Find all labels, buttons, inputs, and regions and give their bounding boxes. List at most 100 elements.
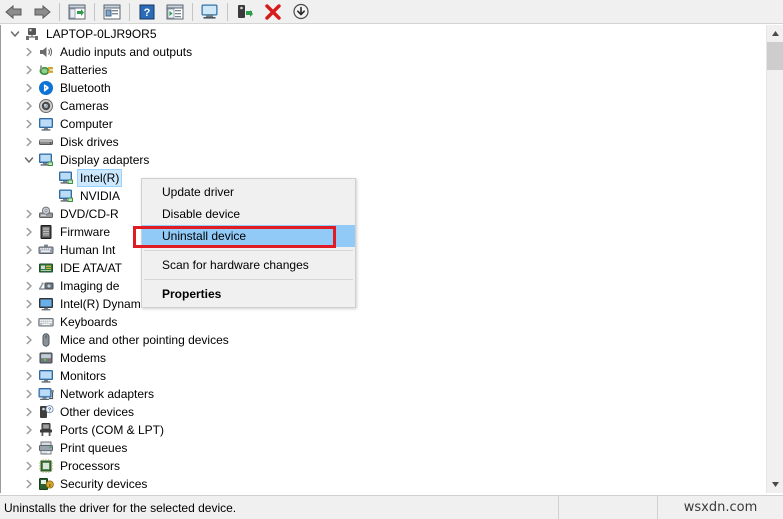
chevron-right-icon[interactable] [21,133,37,151]
tree-item[interactable]: Mice and other pointing devices [1,331,759,349]
menu-item[interactable]: Scan for hardware changes [142,254,355,276]
chevron-right-icon[interactable] [21,331,37,349]
forward-icon[interactable] [29,1,55,23]
tree-item[interactable]: Monitors [1,367,759,385]
chevron-right-icon[interactable] [21,223,37,241]
chevron-right-icon[interactable] [21,115,37,133]
chevron-right-icon[interactable] [21,403,37,421]
tree-item[interactable]: Processors [1,457,759,475]
tree-item[interactable]: Disk drives [1,133,759,151]
tree-item-label: Security devices [60,477,148,491]
tree-item[interactable]: Ports (COM & LPT) [1,421,759,439]
tree-item[interactable]: Intel(R) Dynamic Platform and Thermal Fr… [1,295,759,313]
tree-item-label: Other devices [60,405,135,419]
chevron-right-icon[interactable] [21,79,37,97]
scrollbar-thumb[interactable] [767,42,783,70]
tree-item[interactable]: Network adapters [1,385,759,403]
processor-icon [37,458,54,474]
tree-item[interactable]: Computer [1,115,759,133]
tree-item[interactable]: Human Int [1,241,759,259]
tree-item[interactable]: Cameras [1,97,759,115]
menu-separator [144,250,353,251]
vertical-scrollbar[interactable] [766,25,783,493]
tree-item-label: Human Int [60,243,116,257]
tree-item[interactable]: Batteries [1,61,759,79]
chevron-right-icon[interactable] [21,241,37,259]
tree-item[interactable]: DVD/CD-R [1,205,759,223]
menu-item[interactable]: Update driver [142,181,355,203]
tree-item-label: Modems [60,351,107,365]
tree-item[interactable]: Security devices [1,475,759,493]
chevron-right-icon[interactable] [21,205,37,223]
chevron-right-icon[interactable] [21,457,37,475]
unknown-device-icon: ? [37,404,54,420]
chevron-right-icon[interactable] [21,349,37,367]
tree-item[interactable]: Bluetooth [1,79,759,97]
tree-item-label: Firmware [60,225,110,239]
menu-item[interactable]: Properties [142,283,355,305]
tree-item-label: Batteries [60,63,108,77]
tree-item[interactable]: LAPTOP-0LJR9OR5 [1,25,759,43]
chevron-right-icon[interactable] [21,97,37,115]
toolbar-separator [129,2,130,21]
properties-icon[interactable] [99,1,125,23]
context-menu[interactable]: Update driver Disable device Uninstall dev… [141,178,356,308]
imaging-device-icon [37,278,54,294]
tree-item[interactable]: Keyboards [1,313,759,331]
menu-item[interactable]: Uninstall device [142,225,355,247]
tree-item-label: Intel(R) [76,169,123,187]
chevron-right-icon[interactable] [21,439,37,457]
chevron-right-icon[interactable] [21,475,37,493]
chevron-down-icon[interactable] [21,151,37,169]
menu-item[interactable]: Disable device [142,203,355,225]
tree-item-label: Computer [60,117,113,131]
scan-for-hardware-changes-icon[interactable] [197,1,223,23]
chevron-right-icon[interactable] [21,259,37,277]
chevron-right-icon[interactable] [21,277,37,295]
chevron-right-icon[interactable] [21,43,37,61]
svg-text:?: ? [144,7,151,19]
firmware-icon [37,224,54,240]
toolbar-separator [192,2,193,21]
tree-item-label: Display adapters [60,153,150,167]
status-bar-segment [559,496,658,519]
chevron-right-icon[interactable] [21,367,37,385]
tree-item-label: Cameras [60,99,109,113]
chevron-down-icon[interactable] [7,25,23,43]
tree-item[interactable]: Display adapters [1,151,759,169]
chevron-right-icon[interactable] [21,421,37,439]
view-icon[interactable] [162,1,188,23]
device-tree[interactable]: LAPTOP-0LJR9OR5 Audio inputs and outputs B… [1,25,759,493]
tree-item-label: DVD/CD-R [60,207,119,221]
tree-item-label: LAPTOP-0LJR9OR5 [46,27,157,41]
tree-item-label: Imaging de [60,279,120,293]
tree-item[interactable]: Print queues [1,439,759,457]
back-icon[interactable] [1,1,27,23]
tree-item[interactable]: IDE ATA/AT [1,259,759,277]
update-driver-icon[interactable] [232,1,258,23]
disk-drive-icon [37,134,54,150]
tree-item-label: Ports (COM & LPT) [60,423,165,437]
chevron-right-icon[interactable] [21,385,37,403]
chevron-right-icon[interactable] [21,295,37,313]
scroll-up-arrow-icon[interactable] [767,25,783,42]
tree-item[interactable]: ? Other devices [1,403,759,421]
tree-item[interactable]: Audio inputs and outputs [1,43,759,61]
tree-item[interactable]: Intel(R) [1,169,759,187]
tree-item[interactable]: Imaging de [1,277,759,295]
disable-device-icon[interactable] [288,1,314,23]
tree-item-label: Processors [60,459,121,473]
tree-item[interactable]: Firmware [1,223,759,241]
help-icon[interactable]: ? [134,1,160,23]
show-hide-console-tree-icon[interactable] [64,1,90,23]
chevron-right-icon[interactable] [21,313,37,331]
tree-item[interactable]: NVIDIA [1,187,759,205]
scroll-down-arrow-icon[interactable] [767,476,783,493]
tree-item[interactable]: Modems [1,349,759,367]
dvd-drive-icon [37,206,54,222]
speaker-icon [37,44,54,60]
chevron-right-icon[interactable] [21,61,37,79]
uninstall-device-icon[interactable] [260,1,286,23]
scrollbar-track[interactable] [767,70,783,476]
